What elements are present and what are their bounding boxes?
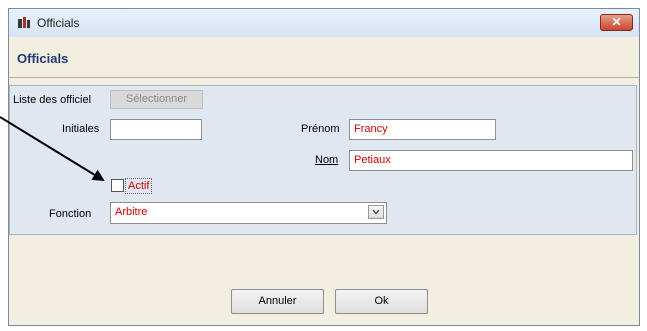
- title-bar[interactable]: Officials ✕: [9, 9, 639, 38]
- actif-label[interactable]: Actif: [125, 178, 153, 194]
- app-icon: [18, 17, 30, 28]
- chevron-down-icon: [372, 209, 380, 215]
- nom-label: Nom: [315, 154, 339, 166]
- select-button-label: Sélectionner: [125, 93, 188, 105]
- initiales-label: Initiales: [62, 123, 100, 135]
- prenom-label: Prénom: [301, 123, 340, 135]
- actif-checkbox[interactable]: [111, 179, 124, 192]
- ok-button[interactable]: Ok: [335, 289, 428, 314]
- close-button[interactable]: ✕: [600, 14, 633, 31]
- liste-label: Liste des officiel: [13, 94, 92, 106]
- dropdown-button[interactable]: [368, 205, 384, 219]
- fonction-label: Fonction: [49, 208, 92, 220]
- cancel-button-label: Annuler: [258, 295, 297, 307]
- official-form-panel: Liste des officiel Sélectionner Initiale…: [9, 85, 637, 235]
- cancel-button[interactable]: Annuler: [231, 289, 324, 314]
- initiales-field[interactable]: [110, 119, 202, 140]
- prenom-field[interactable]: Francy: [349, 119, 496, 140]
- fonction-select[interactable]: Arbitre: [110, 202, 387, 224]
- fonction-value: Arbitre: [115, 206, 148, 218]
- nom-field[interactable]: Petiaux: [349, 150, 633, 171]
- window-title: Officials: [37, 16, 80, 30]
- officials-dialog: Officials ✕ Officials Liste des officiel…: [8, 8, 640, 326]
- ok-button-label: Ok: [374, 295, 389, 307]
- page-title: Officials: [17, 51, 69, 66]
- header-band: Officials: [9, 37, 639, 78]
- select-button[interactable]: Sélectionner: [110, 90, 203, 109]
- close-icon: ✕: [611, 15, 622, 29]
